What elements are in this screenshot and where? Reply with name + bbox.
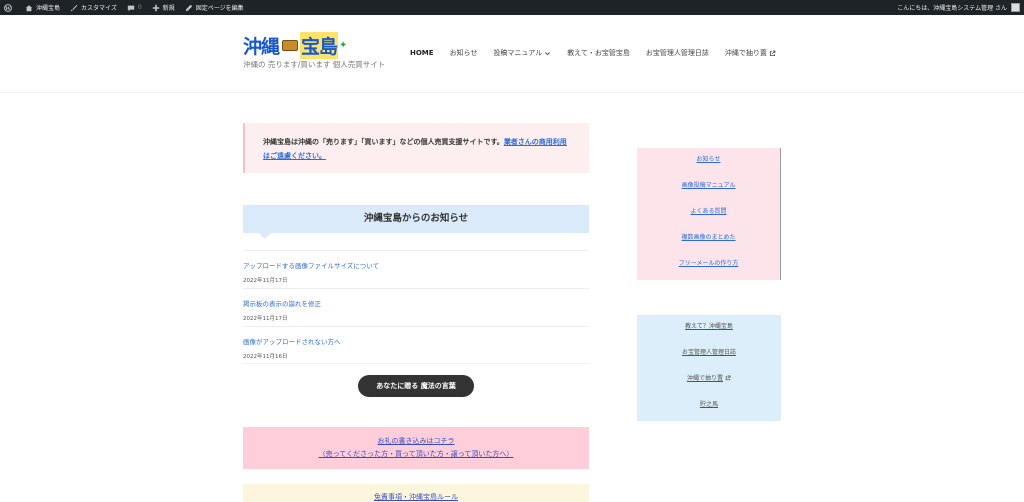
admin-bar: W 沖縄宝島 カスタマイズ 0 新規 固定ページを編集 こんにちは、沖縄宝島シス… xyxy=(0,0,1024,15)
sidebar-item-multi-image[interactable]: 複数画像のまとめた xyxy=(637,234,780,260)
avatar xyxy=(1011,3,1020,12)
greeting: こんにちは、沖縄宝島システム管理 さん xyxy=(897,5,1007,12)
intro-notice: 沖縄宝島は沖縄の「売ります」「買います」などの個人売買支援サイトです。業者さんの… xyxy=(243,123,589,173)
nav-external[interactable]: 沖縄で抽り置 xyxy=(725,48,776,58)
nav-home-label: HOME xyxy=(410,49,434,57)
plus-icon xyxy=(152,4,159,11)
news-title[interactable]: アップロードする画像ファイルサイズについて xyxy=(243,260,589,270)
rules-box: 免責事項・沖縄宝島ルール xyxy=(243,484,589,502)
site-logo[interactable]: 沖縄 宝島 ✦ xyxy=(243,32,347,59)
nav-news[interactable]: お知らせ xyxy=(450,48,478,58)
edit-page-label: 固定ページを編集 xyxy=(195,5,244,12)
logo-text-okinawa: 沖縄 xyxy=(243,36,280,58)
sidebar-item-manual[interactable]: 画像投稿マニュアル xyxy=(637,182,780,208)
nav-ask[interactable]: 教えて・お宝管宝島 xyxy=(567,48,630,58)
external-link-icon xyxy=(725,375,731,381)
logo-text-takarajima: 宝島 xyxy=(300,32,338,59)
comment-icon xyxy=(127,5,135,11)
nav-manual[interactable]: 投稿マニュアル xyxy=(493,48,551,58)
external-link-icon xyxy=(769,50,776,56)
sidebar-item-ask[interactable]: 教えて？沖縄宝島 xyxy=(637,323,781,349)
comments-link[interactable]: 0 xyxy=(127,4,142,12)
thanks-sub-link[interactable]: （売ってくださった方・買って頂いた方・譲って頂いた方へ） xyxy=(319,450,514,458)
magic-words-button[interactable]: あなたに贈る 魔法の言葉 xyxy=(358,375,474,397)
wordpress-menu[interactable]: W xyxy=(4,3,15,12)
sidebar-menu-blue: 教えて？沖縄宝島 お宝管理人管理日誌 沖縄で抽り置 貯之馬 xyxy=(637,315,781,421)
news-item: アップロードする画像ファイルサイズについて 2022年11月17日 xyxy=(243,250,589,288)
thanks-box: お礼の書き込みはコチラ （売ってくださった方・買って頂いた方・譲って頂いた方へ） xyxy=(243,427,589,469)
nav-ask-label: 教えて・お宝管宝島 xyxy=(567,49,630,57)
news-title[interactable]: 画像がアップロードされない方へ xyxy=(243,336,589,346)
sidebar-item-misc[interactable]: 貯之馬 xyxy=(637,401,781,427)
thanks-link[interactable]: お礼の書き込みはコチラ xyxy=(378,437,455,445)
site-name: 沖縄宝島 xyxy=(36,5,61,12)
wordpress-icon: W xyxy=(4,3,12,12)
customize-link[interactable]: カスタマイズ xyxy=(70,3,117,12)
new-label: 新規 xyxy=(162,5,175,12)
news-heading: 沖縄宝島からのお知らせ xyxy=(243,205,589,239)
brush-icon xyxy=(70,4,78,11)
sidebar-menu-pink: お知らせ 画像投稿マニュアル よくある質問 複数画像のまとめた フリーメールの作… xyxy=(637,148,781,280)
comments-count: 0 xyxy=(137,4,142,11)
nav-manual-label: 投稿マニュアル xyxy=(493,49,543,57)
treasure-chest-icon xyxy=(282,40,299,51)
site-tagline: 沖縄の 売ります/買います 個人売買サイト xyxy=(243,60,386,69)
nav-diary-label: お宝管理人管理日誌 xyxy=(645,49,709,57)
sidebar-item-external-label: 沖縄で抽り置 xyxy=(686,375,723,382)
sidebar-item-diary[interactable]: お宝管理人管理日誌 xyxy=(637,349,781,375)
rules-link[interactable]: 免責事項・沖縄宝島ルール xyxy=(374,493,458,501)
new-content-menu[interactable]: 新規 xyxy=(152,3,175,12)
news-date: 2022年11月17日 xyxy=(243,278,288,284)
chevron-down-icon xyxy=(545,51,551,55)
sidebar-item-freemail[interactable]: フリーメールの作り方 xyxy=(637,260,780,286)
heading-pointer xyxy=(259,233,271,239)
main-navigation: HOME お知らせ 投稿マニュアル 教えて・お宝管宝島 お宝管理人管理日誌 沖縄… xyxy=(410,48,792,58)
nav-home[interactable]: HOME xyxy=(410,48,434,58)
sidebar-item-news[interactable]: お知らせ xyxy=(637,156,780,182)
my-account-menu[interactable]: こんにちは、沖縄宝島システム管理 さん xyxy=(897,3,1020,12)
customize-label: カスタマイズ xyxy=(81,5,117,12)
pencil-icon xyxy=(185,4,192,11)
news-title[interactable]: 掲示板の表示の崩れを修正 xyxy=(243,298,589,308)
edit-page-link[interactable]: 固定ページを編集 xyxy=(185,3,244,12)
news-heading-text: 沖縄宝島からのお知らせ xyxy=(363,213,469,224)
home-icon xyxy=(25,4,33,11)
palm-tree-icon: ✦ xyxy=(339,39,348,51)
svg-text:W: W xyxy=(4,5,11,11)
notice-text: 沖縄宝島は沖縄の「売ります」「買います」などの個人売買支援サイトです。 xyxy=(263,138,504,146)
news-date: 2022年11月17日 xyxy=(243,316,288,322)
nav-diary[interactable]: お宝管理人管理日誌 xyxy=(646,48,709,58)
nav-external-label: 沖縄で抽り置 xyxy=(724,49,767,57)
site-header: 沖縄 宝島 ✦ 沖縄の 売ります/買います 個人売買サイト HOME お知らせ … xyxy=(0,15,1024,93)
nav-news-label: お知らせ xyxy=(449,49,478,57)
site-name-menu[interactable]: 沖縄宝島 xyxy=(25,3,60,12)
sidebar-item-faq[interactable]: よくある質問 xyxy=(637,208,780,234)
news-date: 2022年11月16日 xyxy=(243,354,288,360)
news-item: 掲示板の表示の崩れを修正 2022年11月17日 xyxy=(243,288,589,326)
news-item: 画像がアップロードされない方へ 2022年11月16日 xyxy=(243,326,589,364)
sidebar-item-external[interactable]: 沖縄で抽り置 xyxy=(637,375,781,401)
